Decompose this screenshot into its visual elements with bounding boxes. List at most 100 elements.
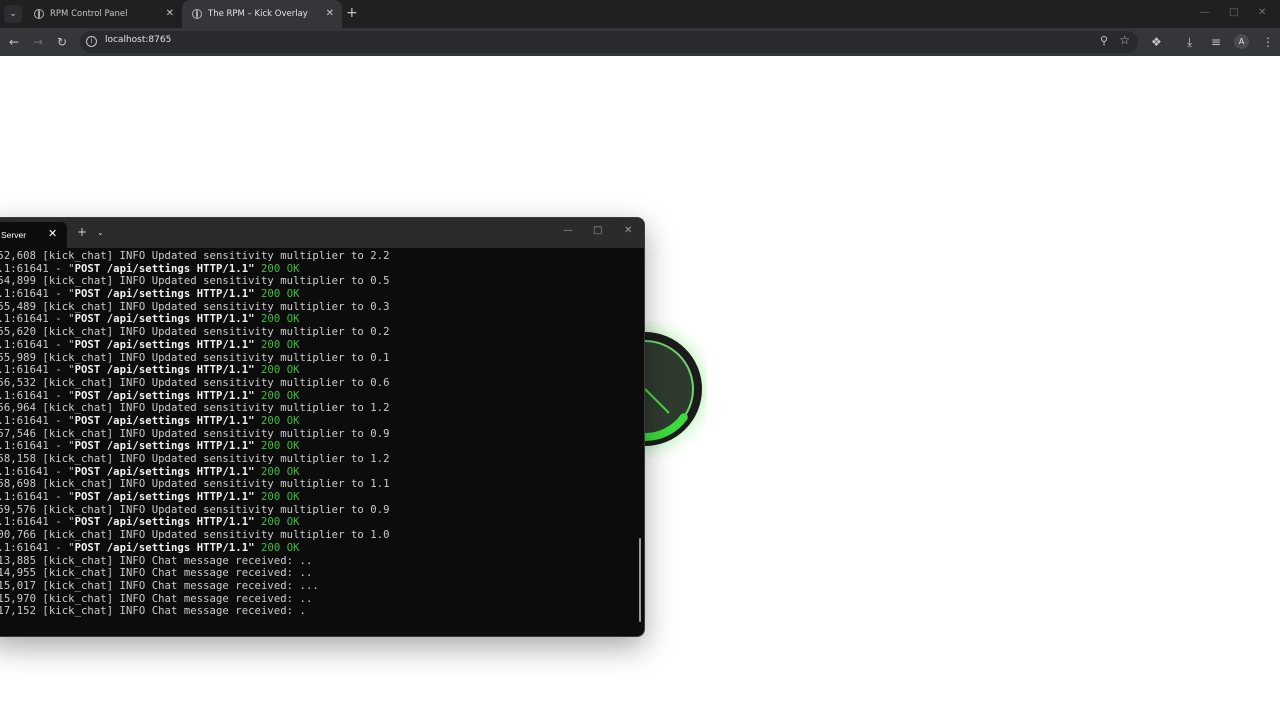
log-status: 200 OK [261, 262, 300, 275]
close-window-icon[interactable]: ✕ [1258, 7, 1266, 18]
log-status: 200 OK [261, 491, 300, 504]
log-line: :14,955 [kick_chat] INFO Chat message re… [0, 567, 636, 580]
puzzle-icon[interactable]: ❖ [1151, 34, 1162, 50]
avatar[interactable]: A [1234, 34, 1249, 49]
log-text: 0.1:61641 - " [0, 465, 75, 478]
log-text: :58,158 [kick_chat] INFO Updated sensiti… [0, 453, 390, 465]
log-text: :55,620 [kick_chat] INFO Updated sensiti… [0, 326, 390, 339]
tab-rpm-control-panel[interactable]: RPM Control Panel ✕ [24, 0, 182, 28]
log-text: 0.1:61641 - " [0, 262, 75, 275]
log-text: :54,899 [kick_chat] INFO Updated sensiti… [0, 275, 390, 288]
minimize-icon[interactable]: — [563, 225, 573, 236]
log-line: :54,899 [kick_chat] INFO Updated sensiti… [0, 275, 636, 288]
log-text: 0.1:61641 - " [0, 414, 75, 427]
log-line: 0.1:61641 - "POST /api/settings HTTP/1.1… [0, 491, 636, 504]
log-line: :56,532 [kick_chat] INFO Updated sensiti… [0, 377, 636, 390]
address-url[interactable]: localhost:8765 [105, 35, 171, 45]
globe-icon [34, 9, 44, 19]
log-text: 0.1:61641 - " [0, 313, 75, 326]
terminal-window: Server ✕ + ⌄ — □ ✕ :52,608 [kick_chat] I… [0, 217, 645, 637]
magnifier-icon[interactable]: ⚲ [1100, 34, 1108, 47]
log-line: :59,576 [kick_chat] INFO Updated sensiti… [0, 504, 636, 517]
download-icon[interactable]: ⤓ [1187, 34, 1192, 50]
log-line: :58,158 [kick_chat] INFO Updated sensiti… [0, 453, 636, 466]
log-text: 0.1:61641 - " [0, 389, 75, 402]
log-text: :14,955 [kick_chat] INFO Chat message re… [0, 567, 313, 580]
close-icon[interactable]: ✕ [166, 8, 174, 19]
log-text: :56,964 [kick_chat] INFO Updated sensiti… [0, 402, 390, 415]
reload-icon[interactable]: ↻ [57, 34, 67, 50]
log-request: POST /api/settings HTTP/1.1" [74, 440, 255, 453]
plus-icon[interactable]: + [77, 226, 87, 238]
maximize-icon[interactable]: □ [593, 225, 602, 236]
arrow-left-icon[interactable]: ← [9, 34, 19, 50]
log-status: 200 OK [261, 313, 300, 326]
log-line: :56,964 [kick_chat] INFO Updated sensiti… [0, 402, 636, 415]
log-text: :58,698 [kick_chat] INFO Updated sensiti… [0, 478, 390, 491]
tab-kick-overlay[interactable]: The RPM – Kick Overlay ✕ [182, 0, 342, 28]
log-text: 0.1:61641 - " [0, 491, 75, 504]
log-status: 200 OK [261, 414, 300, 427]
log-text: :15,970 [kick_chat] INFO Chat message re… [0, 592, 313, 605]
log-line: :55,989 [kick_chat] INFO Updated sensiti… [0, 352, 636, 365]
log-line: 0.1:61641 - "POST /api/settings HTTP/1.1… [0, 542, 636, 555]
log-line: :00,766 [kick_chat] INFO Updated sensiti… [0, 529, 636, 542]
log-line: :57,546 [kick_chat] INFO Updated sensiti… [0, 428, 636, 441]
log-text: :57,546 [kick_chat] INFO Updated sensiti… [0, 427, 390, 440]
log-request: POST /api/settings HTTP/1.1" [74, 491, 255, 504]
log-text: :17,152 [kick_chat] INFO Chat message re… [0, 605, 306, 618]
log-status: 200 OK [261, 338, 300, 351]
log-request: POST /api/settings HTTP/1.1" [74, 541, 255, 554]
tab-title: RPM Control Panel [50, 9, 128, 19]
close-window-icon[interactable]: ✕ [624, 225, 632, 236]
more-vertical-icon[interactable]: ⋮ [1262, 34, 1274, 50]
log-text: 0.1:61641 - " [0, 288, 75, 301]
log-status: 200 OK [261, 389, 300, 402]
arrow-right-icon[interactable]: → [33, 34, 43, 50]
browser-toolbar: ← → ↻ i localhost:8765 ⚲ ☆ ❖ ⤓ ≡ A ⋮ [0, 28, 1280, 56]
log-line: 0.1:61641 - "POST /api/settings HTTP/1.1… [0, 288, 636, 301]
log-status: 200 OK [261, 288, 300, 301]
log-request: POST /api/settings HTTP/1.1" [74, 313, 255, 326]
scrollbar[interactable] [639, 538, 641, 622]
log-request: POST /api/settings HTTP/1.1" [74, 414, 255, 427]
globe-icon [192, 9, 202, 19]
terminal-tab-title: Server [1, 230, 27, 240]
chevron-down-icon[interactable]: ⌄ [97, 228, 104, 237]
log-text: :56,532 [kick_chat] INFO Updated sensiti… [0, 376, 390, 389]
log-text: 0.1:61641 - " [0, 516, 75, 529]
log-line: 0.1:61641 - "POST /api/settings HTTP/1.1… [0, 390, 636, 403]
log-line: :15,970 [kick_chat] INFO Chat message re… [0, 593, 636, 606]
close-icon[interactable]: ✕ [326, 8, 334, 19]
log-text: :13,885 [kick_chat] INFO Chat message re… [0, 554, 313, 567]
log-text: 0.1:61641 - " [0, 541, 75, 554]
address-bar[interactable]: i localhost:8765 ⚲ ☆ [80, 31, 1138, 53]
plus-icon[interactable]: + [346, 6, 358, 20]
terminal-titlebar: Server ✕ + ⌄ — □ ✕ [0, 218, 644, 248]
log-text: 0.1:61641 - " [0, 440, 75, 453]
minimize-icon[interactable]: — [1200, 7, 1210, 18]
log-text: :59,576 [kick_chat] INFO Updated sensiti… [0, 503, 390, 516]
log-status: 200 OK [261, 465, 300, 478]
log-line: 0.1:61641 - "POST /api/settings HTTP/1.1… [0, 364, 636, 377]
log-text: 0.1:61641 - " [0, 338, 75, 351]
terminal-tab[interactable]: Server ✕ [0, 222, 67, 248]
terminal-output[interactable]: :52,608 [kick_chat] INFO Updated sensiti… [0, 250, 636, 618]
log-line: 0.1:61641 - "POST /api/settings HTTP/1.1… [0, 466, 636, 479]
log-line: :58,698 [kick_chat] INFO Updated sensiti… [0, 478, 636, 491]
reading-list-icon[interactable]: ≡ [1211, 34, 1221, 50]
log-line: :13,885 [kick_chat] INFO Chat message re… [0, 555, 636, 568]
log-request: POST /api/settings HTTP/1.1" [74, 288, 255, 301]
chevron-down-icon[interactable]: ⌄ [4, 5, 22, 23]
log-line: 0.1:61641 - "POST /api/settings HTTP/1.1… [0, 263, 636, 276]
restore-icon[interactable]: □ [1229, 7, 1238, 18]
log-request: POST /api/settings HTTP/1.1" [74, 364, 255, 377]
log-request: POST /api/settings HTTP/1.1" [74, 389, 255, 402]
log-text: :55,489 [kick_chat] INFO Updated sensiti… [0, 300, 390, 313]
log-request: POST /api/settings HTTP/1.1" [74, 465, 255, 478]
close-icon[interactable]: ✕ [48, 227, 57, 240]
star-icon[interactable]: ☆ [1119, 33, 1130, 47]
log-request: POST /api/settings HTTP/1.1" [74, 516, 255, 529]
log-line: 0.1:61641 - "POST /api/settings HTTP/1.1… [0, 415, 636, 428]
info-icon[interactable]: i [86, 36, 97, 47]
